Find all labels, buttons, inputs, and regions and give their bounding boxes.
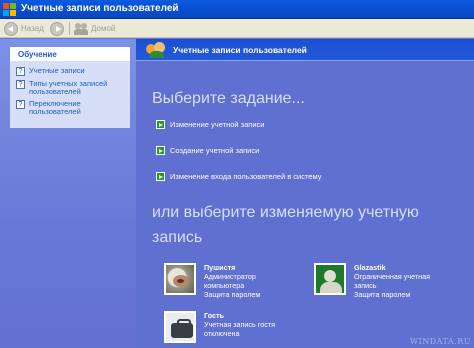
account-type-cont: компьютера <box>204 281 245 290</box>
green-arrow-icon <box>156 146 165 155</box>
task-change-logon[interactable]: Изменение входа пользователей в систему <box>156 172 322 181</box>
watermark: WINDATA.RU <box>409 337 471 346</box>
account-avatar <box>314 263 346 295</box>
toolbar-separator <box>69 22 70 35</box>
account-type-cont: запись <box>354 281 377 290</box>
toolbar: Назад Домой <box>0 19 474 38</box>
task-label: Создание учетной записи <box>170 146 260 155</box>
help-link-switch-users[interactable]: ? Переключение пользователей <box>10 100 130 116</box>
home-button[interactable]: Домой <box>74 21 115 36</box>
account-status: Учетная запись гостя <box>204 320 275 329</box>
learn-about-heading: Обучение <box>10 47 130 61</box>
task-change-account[interactable]: Изменение учетной записи <box>156 120 264 129</box>
help-link-label: Переключение пользователей <box>29 99 81 116</box>
help-link-accounts[interactable]: ? Учетные записи <box>10 67 130 76</box>
back-arrow-icon <box>4 21 18 36</box>
pick-task-heading: Выберите задание... <box>152 90 305 107</box>
task-label: Изменение учетной записи <box>170 120 265 129</box>
task-create-account[interactable]: Создание учетной записи <box>156 146 259 155</box>
help-link-label: Типы учетных записей пользователей <box>29 79 108 96</box>
help-question-icon: ? <box>16 80 25 89</box>
account-avatar <box>164 311 196 343</box>
account-tile-glazastik[interactable]: Glazastik Ограниченная учетная запись За… <box>314 263 430 299</box>
content-header-title: Учетные записи пользователей <box>173 45 307 55</box>
account-password-status: Защита паролем <box>204 290 261 299</box>
green-arrow-icon <box>156 120 165 129</box>
home-label: Домой <box>91 24 116 33</box>
account-avatar <box>164 263 196 295</box>
account-info: Гость Учетная запись гостя отключена <box>204 311 275 338</box>
green-arrow-icon <box>156 172 165 181</box>
account-type: Администратор <box>204 272 256 281</box>
account-type: Ограниченная учетная <box>354 272 431 281</box>
back-label: Назад <box>21 24 44 33</box>
learn-about-box: Обучение ? Учетные записи ? Типы учетных… <box>10 47 130 128</box>
help-question-icon: ? <box>16 67 25 76</box>
task-label: Изменение входа пользователей в систему <box>170 172 322 181</box>
forward-arrow-icon <box>50 21 64 36</box>
back-button[interactable]: Назад <box>4 21 44 36</box>
account-info: Glazastik Ограниченная учетная запись За… <box>354 263 430 299</box>
account-name: Glazastik <box>354 263 386 272</box>
account-tile-pushistya[interactable]: Пушистя Администратор компьютера Защита … <box>164 263 260 299</box>
home-users-icon <box>74 22 88 35</box>
left-panel: Обучение ? Учетные записи ? Типы учетных… <box>0 39 136 348</box>
help-question-icon: ? <box>16 100 25 109</box>
account-name: Гость <box>204 311 224 320</box>
account-name: Пушистя <box>204 263 236 272</box>
account-info: Пушистя Администратор компьютера Защита … <box>204 263 260 299</box>
account-status-cont: отключена <box>204 329 240 338</box>
content-header: Учетные записи пользователей <box>136 39 474 61</box>
help-link-account-types[interactable]: ? Типы учетных записей пользователей <box>10 80 130 96</box>
user-accounts-icon <box>146 42 166 58</box>
account-tile-guest[interactable]: Гость Учетная запись гостя отключена <box>164 311 275 343</box>
forward-button[interactable] <box>50 21 64 36</box>
main-content: Учетные записи пользователей Выберите за… <box>136 39 474 348</box>
window-title: Учетные записи пользователей <box>21 3 179 14</box>
app-logo-icon <box>3 3 16 16</box>
help-link-label: Учетные записи <box>29 66 85 75</box>
account-password-status: Защита паролем <box>354 290 411 299</box>
pick-account-heading: или выберите изменяемую учетную запись <box>152 204 419 246</box>
title-bar[interactable]: Учетные записи пользователей <box>0 0 474 19</box>
